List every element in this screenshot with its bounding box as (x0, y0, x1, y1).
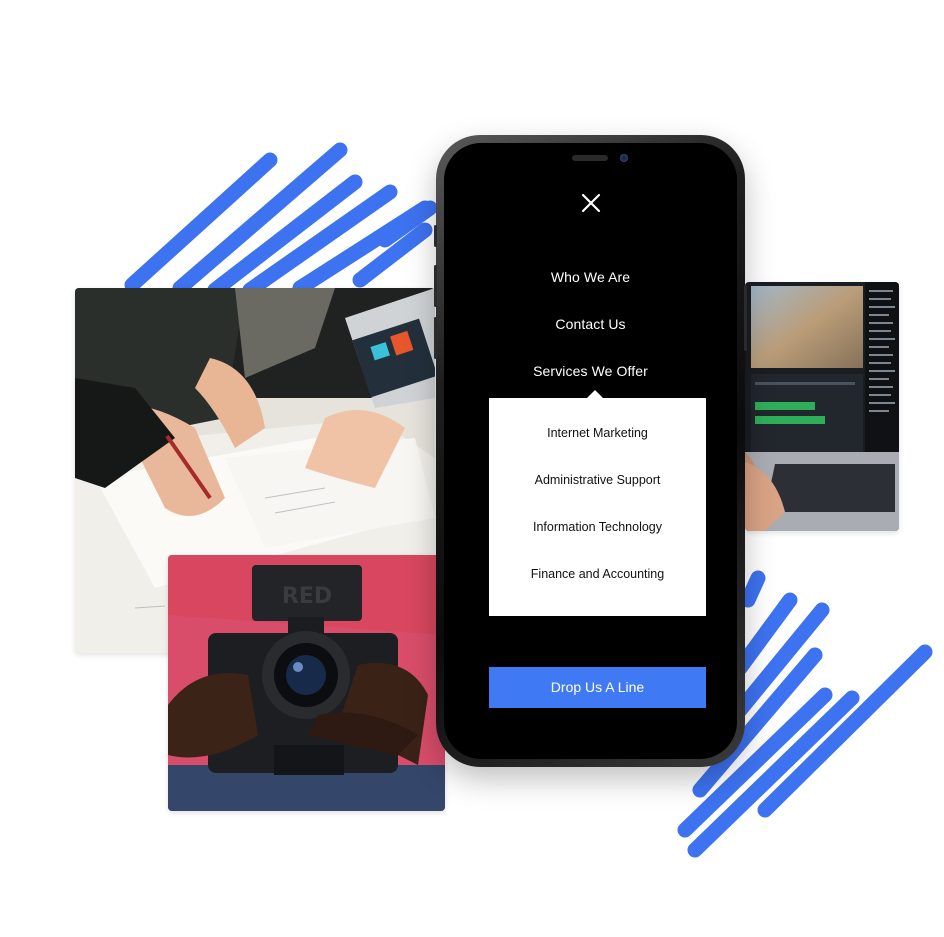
drop-us-a-line-button[interactable]: Drop Us A Line (489, 667, 706, 708)
phone-mute-switch (434, 225, 437, 247)
phone-volume-up-button (434, 265, 437, 307)
phone-power-button (744, 285, 747, 351)
video-camera-photo: RED (168, 555, 445, 811)
phone-mockup: Who We Are Contact Us Services We Offer … (434, 135, 747, 767)
phone-speaker (572, 155, 608, 161)
dropdown-item-internet-marketing[interactable]: Internet Marketing (489, 426, 706, 440)
nav-item-contact-us[interactable]: Contact Us (444, 316, 737, 332)
hero-illustration: RED Who We Are Contact Us Services We Of… (0, 0, 944, 937)
dropdown-item-information-technology[interactable]: Information Technology (489, 520, 706, 534)
phone-front-camera (620, 154, 628, 162)
phone-volume-down-button (434, 317, 437, 359)
close-icon (581, 193, 601, 213)
camera-brand-text: RED (282, 584, 332, 609)
nav-item-services-we-offer[interactable]: Services We Offer (444, 363, 737, 379)
dropdown-caret (586, 390, 604, 399)
close-menu-button[interactable] (580, 192, 602, 214)
video-editing-laptop-photo (745, 282, 899, 531)
phone-screen: Who We Are Contact Us Services We Offer … (444, 143, 737, 759)
dropdown-item-finance-and-accounting[interactable]: Finance and Accounting (489, 567, 706, 581)
dropdown-item-administrative-support[interactable]: Administrative Support (489, 473, 706, 487)
nav-item-who-we-are[interactable]: Who We Are (444, 269, 737, 285)
services-dropdown: Internet Marketing Administrative Suppor… (489, 390, 706, 616)
